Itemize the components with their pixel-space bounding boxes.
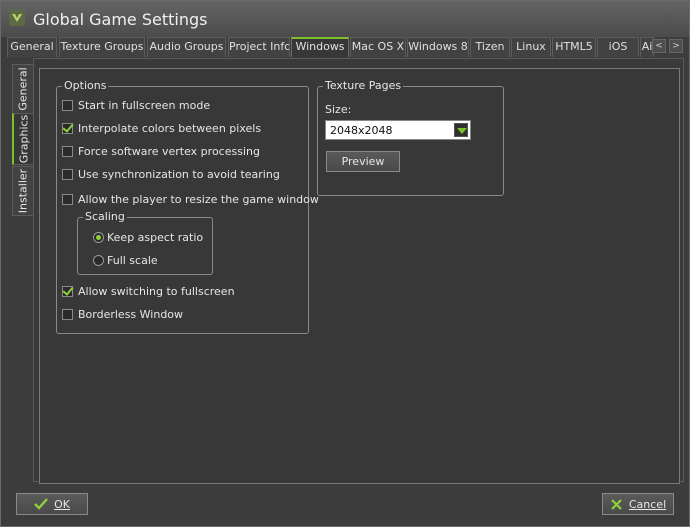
cancel-button[interactable]: Cancel (602, 493, 674, 515)
texture-size-select[interactable]: 2048x2048 (325, 120, 471, 140)
gamemaker-logo-icon (9, 10, 25, 26)
option-label: Use synchronization to avoid tearing (78, 167, 280, 181)
ok-button[interactable]: OK (16, 493, 88, 515)
settings-window: Global Game Settings ✕ General Texture G… (0, 0, 690, 527)
side-tab-installer-label: Installer (16, 168, 30, 214)
radio-full-scale-button[interactable] (93, 254, 104, 266)
checkbox-vsync[interactable] (62, 168, 73, 180)
tab-windows[interactable]: Windows (291, 37, 349, 57)
radio-keep-aspect[interactable]: Keep aspect ratio (93, 229, 203, 245)
tab-general[interactable]: General (7, 37, 57, 57)
texture-size-value: 2048x2048 (330, 124, 393, 137)
tab-scroll-left-icon[interactable]: < (652, 39, 666, 53)
checkbox-interpolate-colors[interactable] (62, 122, 73, 134)
tab-mac-os-x[interactable]: Mac OS X (350, 37, 406, 57)
option-force-software-vertex[interactable]: Force software vertex processing (62, 143, 260, 159)
ok-label: OK (54, 497, 70, 511)
radio-keep-aspect-button[interactable] (93, 231, 104, 243)
option-label: Borderless Window (78, 307, 184, 321)
platform-tab-bar: General Texture Groups Audio Groups Proj… (7, 37, 689, 57)
checkbox-start-fullscreen[interactable] (62, 99, 73, 111)
tab-project-info[interactable]: Project Info (228, 37, 290, 57)
checkmark-icon (34, 498, 48, 510)
option-label: Force software vertex processing (78, 144, 260, 158)
radio-full-scale[interactable]: Full scale (93, 252, 158, 268)
checkbox-allow-resize[interactable] (62, 193, 73, 205)
option-label: Interpolate colors between pixels (78, 121, 262, 135)
side-tab-general-label: General (16, 67, 30, 111)
preview-button[interactable]: Preview (326, 151, 400, 172)
checkbox-force-software-vertex[interactable] (62, 145, 73, 157)
option-start-fullscreen[interactable]: Start in fullscreen mode (62, 97, 210, 113)
tab-windows-8[interactable]: Windows 8 (407, 37, 469, 57)
cancel-x-icon (611, 498, 622, 510)
title-bar: Global Game Settings ✕ (1, 1, 689, 37)
tab-ios[interactable]: iOS (597, 37, 639, 57)
tab-scroll-right-icon[interactable]: > (669, 39, 683, 53)
option-interpolate-colors[interactable]: Interpolate colors between pixels (62, 120, 261, 136)
radio-label: Keep aspect ratio (107, 230, 204, 244)
tab-tizen[interactable]: Tizen (470, 37, 510, 57)
checkbox-allow-switching-fullscreen[interactable] (62, 285, 73, 297)
tab-html5[interactable]: HTML5 (552, 37, 596, 57)
option-borderless-window[interactable]: Borderless Window (62, 306, 183, 322)
side-tab-installer[interactable]: Installer (12, 166, 33, 216)
scaling-legend: Scaling (83, 210, 127, 223)
option-vsync[interactable]: Use synchronization to avoid tearing (62, 166, 280, 182)
side-tab-general[interactable]: General (12, 64, 33, 114)
option-label: Allow the player to resize the game wind… (78, 192, 319, 206)
option-allow-resize[interactable]: Allow the player to resize the game wind… (62, 191, 319, 207)
checkbox-borderless-window[interactable] (62, 308, 73, 320)
chevron-down-icon[interactable] (454, 123, 468, 137)
options-legend: Options (62, 79, 109, 92)
radio-label: Full scale (107, 253, 158, 267)
tab-linux[interactable]: Linux (511, 37, 551, 57)
side-tab-graphics[interactable]: Graphics (12, 113, 33, 165)
option-allow-switching-fullscreen[interactable]: Allow switching to fullscreen (62, 283, 235, 299)
side-tab-graphics-label: Graphics (17, 114, 30, 164)
tab-texture-groups[interactable]: Texture Groups (59, 37, 145, 57)
option-label: Start in fullscreen mode (78, 98, 211, 112)
tab-audio-groups[interactable]: Audio Groups (147, 37, 226, 57)
option-label: Allow switching to fullscreen (78, 284, 235, 298)
window-title: Global Game Settings (33, 10, 208, 29)
cancel-label: Cancel (628, 497, 667, 511)
texture-pages-legend: Texture Pages (323, 79, 404, 92)
close-icon[interactable]: ✕ (658, 12, 676, 26)
footer-bar (1, 487, 689, 526)
size-label: Size: (325, 103, 352, 116)
